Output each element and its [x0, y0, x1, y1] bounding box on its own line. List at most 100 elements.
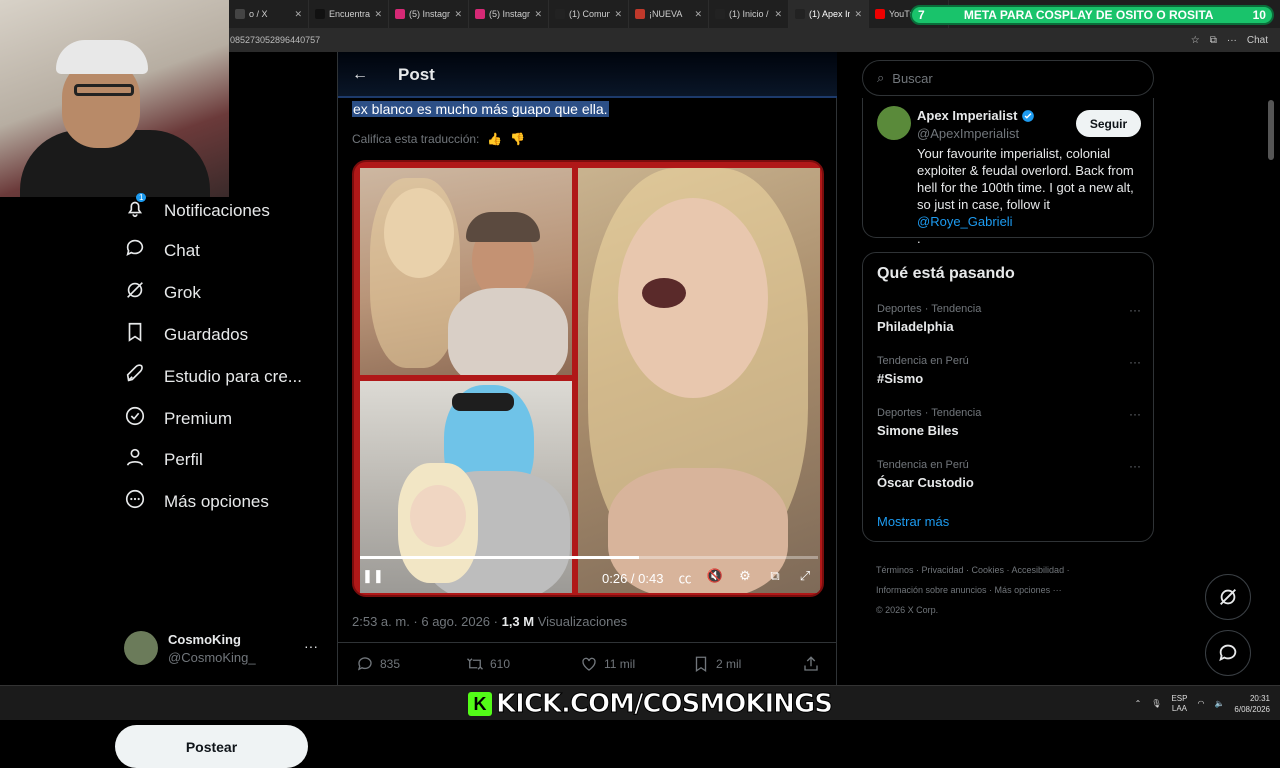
like-button[interactable]: 11 mil: [580, 655, 635, 673]
footer-line-1[interactable]: Términos · Privacidad · Cookies · Accesi…: [876, 560, 1146, 580]
browser-tab[interactable]: (5) Instagra ✕: [469, 0, 549, 28]
more-horizontal-icon[interactable]: ···: [1129, 407, 1141, 421]
close-tab-icon[interactable]: ✕: [854, 9, 862, 20]
clock-date: 6/08/2026: [1234, 704, 1270, 714]
search-input[interactable]: [892, 70, 1113, 86]
grok-fab-icon: [1220, 589, 1236, 605]
trend-item[interactable]: Deportes · Tendencia Philadelphia ···: [877, 303, 1141, 343]
trend-item[interactable]: Tendencia en Perú #Sismo ···: [877, 355, 1141, 395]
nav-item-perfil[interactable]: Perfil: [124, 446, 203, 473]
repost-button[interactable]: 610: [466, 655, 510, 673]
messages-fab[interactable]: [1205, 630, 1251, 676]
tab-favicon-icon: [475, 9, 485, 19]
nav-item-chat[interactable]: Chat: [124, 237, 200, 264]
clock[interactable]: 20:31 6/08/2026: [1234, 693, 1270, 715]
account-switcher[interactable]: CosmoKing @CosmoKing_ ···: [124, 630, 324, 670]
more-horizontal-icon[interactable]: ···: [1129, 303, 1141, 317]
close-tab-icon[interactable]: ✕: [694, 9, 702, 20]
trend-item[interactable]: Deportes · Tendencia Simone Biles ···: [877, 407, 1141, 447]
browser-tab[interactable]: o / X ✕: [229, 0, 309, 28]
close-tab-icon[interactable]: ✕: [534, 9, 542, 20]
show-more-link[interactable]: Mostrar más: [877, 514, 949, 529]
more-icon[interactable]: ···: [1227, 35, 1237, 46]
pip-icon[interactable]: ⧉: [766, 568, 784, 586]
close-tab-icon[interactable]: ✕: [774, 9, 782, 20]
card-name: Apex Imperialist: [917, 108, 1018, 123]
card-handle: @ApexImperialist: [917, 126, 1020, 141]
trend-name: Simone Biles: [877, 423, 959, 438]
nav-label: Notificaciones: [164, 200, 270, 220]
repost-count: 610: [490, 657, 511, 671]
browser-tab[interactable]: (1) Apex Im ✕: [789, 0, 869, 28]
trend-name: Óscar Custodio: [877, 475, 974, 490]
nav-item-estudio-para-cre[interactable]: Estudio para cre...: [124, 363, 302, 390]
extensions-icon[interactable]: ⧉: [1210, 35, 1217, 46]
nav-item-grok[interactable]: Grok: [124, 279, 201, 306]
url-text[interactable]: 085273052896440757: [230, 35, 320, 45]
video-panel-top-left: [360, 168, 572, 375]
more-horizontal-icon[interactable]: ···: [304, 638, 318, 654]
back-arrow-icon[interactable]: ←: [352, 66, 368, 84]
nav-item-guardados[interactable]: Guardados: [124, 321, 248, 348]
video-progress-bar[interactable]: [360, 556, 818, 559]
more-horizontal-icon[interactable]: ···: [1129, 355, 1141, 369]
thumbs-down-icon[interactable]: 👎: [510, 132, 525, 146]
share-button[interactable]: [802, 655, 820, 673]
scrollbar[interactable]: [1268, 100, 1274, 160]
grok-fab[interactable]: [1205, 574, 1251, 620]
language-indicator[interactable]: ESP LAA: [1171, 694, 1187, 714]
chat-icon: [126, 239, 144, 256]
chevron-up-icon[interactable]: ⌃: [1135, 699, 1142, 708]
trend-name: Philadelphia: [877, 319, 954, 334]
close-tab-icon[interactable]: ✕: [294, 9, 302, 20]
browser-tab[interactable]: ¡NUEVA ✕: [629, 0, 709, 28]
reply-count: 835: [380, 657, 401, 671]
footer-links: Términos · Privacidad · Cookies · Accesi…: [876, 560, 1146, 620]
bookmark-button[interactable]: 2 mil: [692, 655, 741, 673]
profile-handle: @CosmoKing_: [168, 650, 256, 665]
reply-icon: [357, 657, 372, 671]
volume-icon[interactable]: 🔈: [1214, 699, 1224, 708]
translated-text: ex blanco es mucho más guapo que ella.: [352, 101, 609, 117]
search-box[interactable]: ⌕: [862, 60, 1154, 96]
bio-link[interactable]: @Roye_Gabrieli: [917, 214, 1013, 229]
settings-gear-icon[interactable]: ⚙: [736, 568, 754, 586]
browser-tab[interactable]: (1) Inicio / X ✕: [709, 0, 789, 28]
close-tab-icon[interactable]: ✕: [374, 9, 382, 20]
webcam-cap: [56, 40, 148, 74]
bio-end: .: [917, 231, 921, 246]
left-sidebar: 1 Notificaciones Chat Grok Guardados Estudio …: [0, 193, 337, 768]
footer-line-2[interactable]: Información sobre anuncios · Más opcione…: [876, 580, 1146, 600]
mute-icon[interactable]: 🔇: [706, 568, 724, 586]
captions-icon[interactable]: ㏄: [676, 568, 694, 586]
pause-icon[interactable]: ❚❚: [362, 568, 384, 586]
browser-tab[interactable]: (5) Instagra ✕: [389, 0, 469, 28]
browser-tab[interactable]: (1) Comun ✕: [549, 0, 629, 28]
rate-translation-label: Califica esta traducción:: [352, 132, 480, 146]
post-timestamp[interactable]: 2:53 a. m. · 6 ago. 2026 ·: [352, 614, 502, 629]
mic-icon[interactable]: 🎙: [1151, 699, 1161, 708]
profile-name: CosmoKing: [168, 632, 241, 647]
close-tab-icon[interactable]: ✕: [614, 9, 622, 20]
nav-item-notificaciones[interactable]: 1 Notificaciones: [124, 193, 270, 224]
video-player[interactable]: ❚❚ 0:26 / 0:43 ㏄ 🔇 ⚙ ⧉ ⤢: [352, 160, 824, 597]
chat-toolbar-button[interactable]: Chat: [1247, 35, 1268, 46]
thumbs-up-icon[interactable]: 👍: [487, 132, 502, 146]
nav-item-más-opciones[interactable]: Más opciones: [124, 488, 269, 515]
trend-item[interactable]: Tendencia en Perú Óscar Custodio ···: [877, 459, 1141, 499]
apex-avatar[interactable]: [877, 106, 911, 140]
fullscreen-icon[interactable]: ⤢: [796, 568, 814, 586]
close-tab-icon[interactable]: ✕: [454, 9, 462, 20]
nav-item-premium[interactable]: Premium: [124, 405, 232, 432]
tab-title: (1) Apex Im: [809, 9, 851, 19]
card-name-row[interactable]: Apex Imperialist: [917, 108, 1035, 123]
video-controls: ❚❚ 0:26 / 0:43 ㏄ 🔇 ⚙ ⧉ ⤢: [354, 554, 822, 594]
browser-tab[interactable]: Encuentra ✕: [309, 0, 389, 28]
post-meta: 2:53 a. m. · 6 ago. 2026 · 1,3 M Visuali…: [352, 614, 627, 629]
wifi-icon[interactable]: ◠: [1197, 699, 1204, 708]
post-button[interactable]: Postear: [115, 725, 308, 768]
reply-button[interactable]: 835: [356, 655, 400, 673]
more-horizontal-icon[interactable]: ···: [1129, 459, 1141, 473]
follow-button[interactable]: Seguir: [1076, 110, 1141, 137]
star-icon[interactable]: ☆: [1191, 35, 1200, 46]
